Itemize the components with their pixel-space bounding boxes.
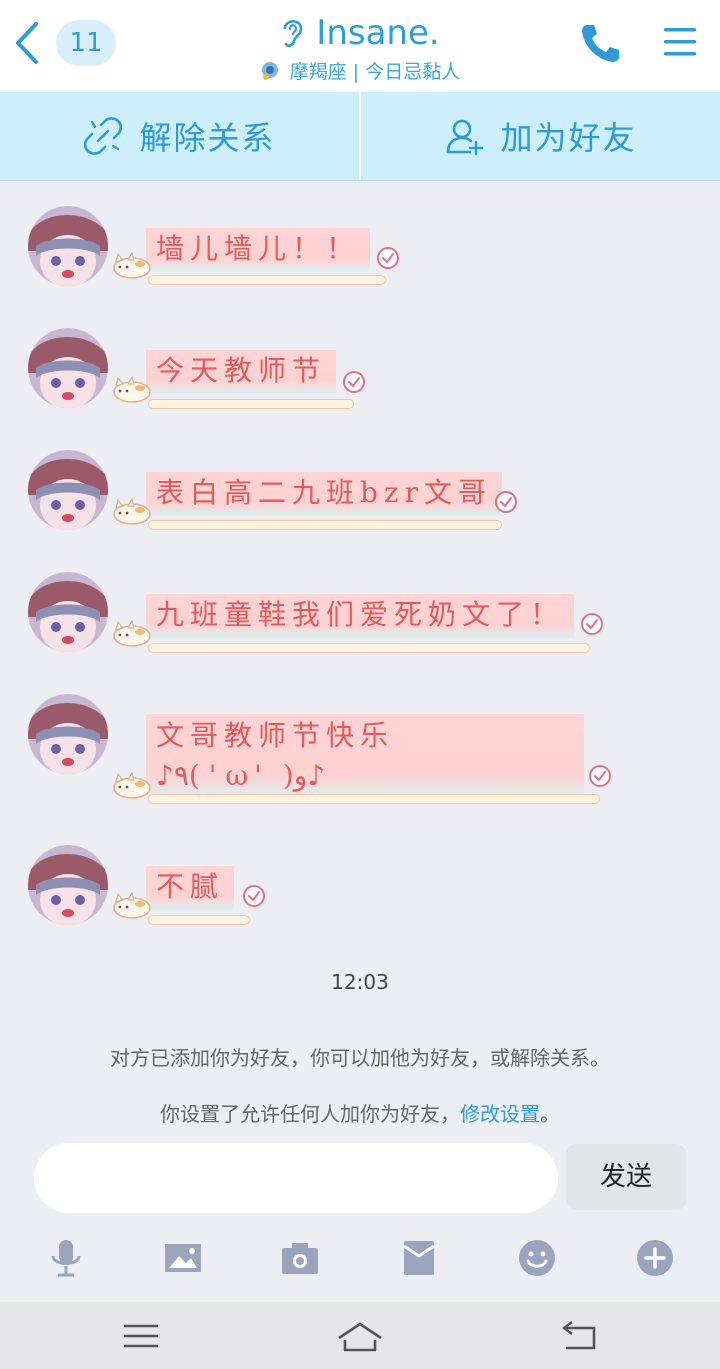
broken-link-icon [84, 117, 123, 155]
avatar[interactable] [28, 694, 108, 774]
friend-notice: 对方已添加你为好友，你可以加他为好友，或解除关系。 [110, 1046, 610, 1070]
read-check-icon [495, 491, 517, 513]
unlink-button[interactable]: 解除关系 [0, 92, 359, 180]
top-bar: 11 Insane. 摩羯座 | 今日忌黏人 [0, 0, 720, 92]
unlink-label: 解除关系 [139, 119, 276, 157]
emoji-icon[interactable] [515, 1236, 559, 1280]
menu-button[interactable] [660, 22, 700, 62]
timestamp: 12:03 [331, 970, 389, 994]
input-toolbar [0, 1226, 720, 1296]
bubble-tail [148, 915, 250, 925]
read-check-icon [343, 371, 365, 393]
relationship-bar: 解除关系 加为好友 [0, 92, 720, 181]
camera-icon[interactable] [278, 1236, 322, 1280]
system-navbar [0, 1302, 720, 1369]
message-bubble[interactable]: 今天教师节 [146, 350, 337, 394]
chat-title-area[interactable]: Insane. 摩羯座 | 今日忌黏人 [180, 10, 540, 84]
unread-badge[interactable]: 11 [56, 20, 116, 66]
contact-name: Insane. [316, 13, 440, 53]
cat-icon [113, 375, 151, 403]
avatar[interactable] [28, 572, 108, 652]
image-icon[interactable] [161, 1236, 205, 1280]
cat-icon [113, 251, 151, 279]
bubble-tail [148, 275, 386, 285]
avatar[interactable] [28, 206, 108, 286]
read-check-icon [243, 885, 265, 907]
message-line: ♪٩( ' ω' )و♪ [156, 759, 326, 792]
read-check-icon [581, 613, 603, 635]
cat-icon [113, 497, 151, 525]
cat-icon [113, 771, 151, 799]
add-friend-button[interactable]: 加为好友 [361, 92, 720, 180]
phone-icon [582, 25, 619, 62]
bubble-tail [148, 794, 600, 804]
ear-icon [283, 20, 303, 47]
capricorn-icon [261, 62, 278, 80]
avatar[interactable] [28, 450, 108, 530]
message-bubble[interactable]: 墙儿墙儿！！ [146, 228, 371, 272]
privacy-notice: 你设置了允许任何人加你为好友，修改设置。 [0, 1098, 720, 1127]
avatar[interactable] [28, 845, 108, 925]
send-button[interactable]: 发送 [566, 1144, 686, 1210]
chevron-left-icon [16, 22, 38, 64]
back-button[interactable] [8, 18, 48, 68]
avatar[interactable] [28, 328, 108, 408]
menu-icon [664, 28, 696, 56]
plus-icon[interactable] [633, 1236, 677, 1280]
home-icon[interactable] [335, 1316, 385, 1356]
message-bubble[interactable]: 不腻 [146, 866, 235, 910]
privacy-notice-end: 。 [540, 1102, 560, 1126]
bubble-tail [148, 399, 354, 409]
message-bubble[interactable]: 文哥教师节快乐 ♪٩( ' ω' )و♪ [146, 714, 584, 800]
cat-icon [113, 619, 151, 647]
red-packet-icon[interactable] [397, 1236, 441, 1280]
message-bubble[interactable]: 表白高二九班bzr文哥 [146, 472, 503, 516]
add-user-icon [447, 119, 484, 156]
anime-girl-avatar-icon [28, 328, 108, 408]
microphone-icon[interactable] [44, 1236, 88, 1280]
anime-girl-avatar-icon [28, 694, 108, 774]
add-friend-label: 加为好友 [500, 119, 637, 157]
bubble-tail [148, 520, 502, 530]
bubble-tail [148, 643, 590, 653]
message-line: 文哥教师节快乐 [156, 719, 395, 752]
read-check-icon [377, 247, 399, 269]
message-bubble[interactable]: 九班童鞋我们爱死奶文了！ [146, 594, 575, 638]
cat-icon [113, 891, 151, 919]
contact-status: 摩羯座 | 今日忌黏人 [289, 60, 461, 83]
anime-girl-avatar-icon [28, 572, 108, 652]
read-check-icon [589, 765, 611, 787]
modify-settings-link[interactable]: 修改设置 [460, 1102, 540, 1126]
privacy-notice-text: 你设置了允许任何人加你为好友， [160, 1102, 460, 1126]
anime-girl-avatar-icon [28, 206, 108, 286]
anime-girl-avatar-icon [28, 450, 108, 530]
call-button[interactable] [578, 20, 624, 66]
menu-lines-icon[interactable] [116, 1316, 166, 1356]
message-input[interactable] [34, 1143, 558, 1213]
anime-girl-avatar-icon [28, 845, 108, 925]
back-nav-icon[interactable] [554, 1316, 604, 1356]
